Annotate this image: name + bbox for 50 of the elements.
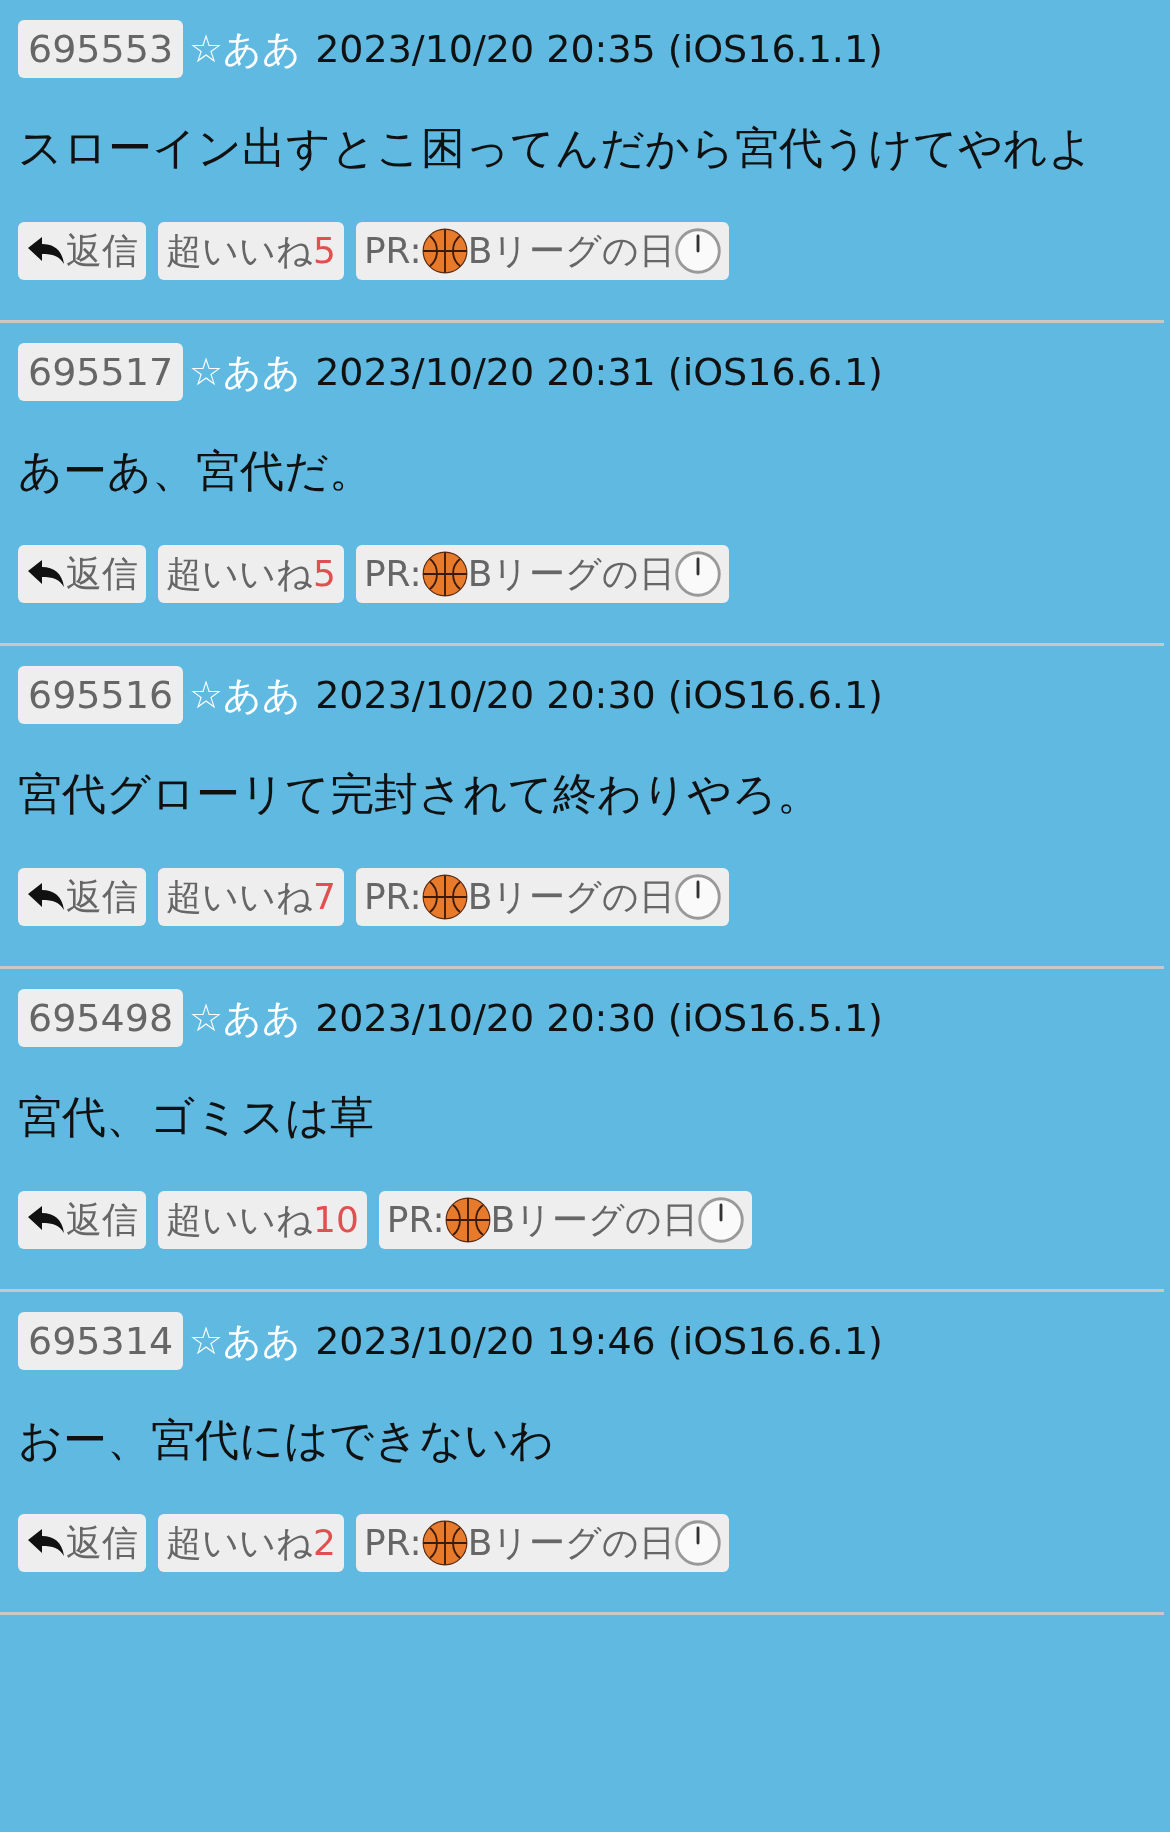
like-button[interactable]: 超いいね7 bbox=[158, 868, 344, 926]
clock-icon bbox=[675, 874, 722, 920]
pr-link-button[interactable]: PR: Bリーグの日 bbox=[355, 1514, 730, 1572]
post-body: 宮代グローリて完封されて終わりやろ。 bbox=[18, 767, 822, 821]
post-number[interactable]: 695553 bbox=[18, 20, 184, 78]
post-date: 2023/10/20 20:35 (iOS16.1.1) bbox=[315, 27, 883, 71]
post-date: 2023/10/20 20:30 (iOS16.5.1) bbox=[315, 996, 883, 1040]
clock-icon bbox=[675, 228, 722, 274]
basketball-icon bbox=[444, 1197, 491, 1243]
pr-link-button[interactable]: PR: Bリーグの日 bbox=[355, 868, 730, 926]
like-button[interactable]: 超いいね5 bbox=[158, 222, 344, 280]
like-button[interactable]: 超いいね10 bbox=[158, 1191, 367, 1249]
post-number[interactable]: 695517 bbox=[18, 343, 184, 401]
like-button[interactable]: 超いいね2 bbox=[158, 1514, 344, 1572]
pr-link-button[interactable]: PR: Bリーグの日 bbox=[378, 1191, 753, 1249]
post-number[interactable]: 695498 bbox=[18, 989, 184, 1047]
reply-button[interactable]: 返信 bbox=[18, 222, 146, 280]
basketball-icon bbox=[421, 874, 468, 920]
clock-icon bbox=[675, 551, 722, 597]
post-body: スローイン出すとこ困ってんだから宮代うけてやれよ bbox=[18, 121, 1094, 175]
post-date: 2023/10/20 19:46 (iOS16.6.1) bbox=[315, 1319, 883, 1363]
post-body: おー、宮代にはできないわ bbox=[18, 1413, 555, 1467]
post-body: あーあ、宮代だ。 bbox=[18, 444, 374, 498]
poster-name: ☆ああ bbox=[189, 1317, 302, 1365]
poster-name: ☆ああ bbox=[189, 348, 302, 396]
post-date: 2023/10/20 20:30 (iOS16.6.1) bbox=[315, 673, 883, 717]
pr-link-button[interactable]: PR: Bリーグの日 bbox=[355, 222, 730, 280]
reply-button[interactable]: 返信 bbox=[18, 1514, 146, 1572]
post-date: 2023/10/20 20:31 (iOS16.6.1) bbox=[315, 350, 883, 394]
like-button[interactable]: 超いいね5 bbox=[158, 545, 344, 603]
post-number[interactable]: 695314 bbox=[18, 1312, 184, 1370]
clock-icon bbox=[675, 1520, 722, 1566]
reply-button[interactable]: 返信 bbox=[18, 1191, 146, 1249]
reply-button[interactable]: 返信 bbox=[18, 545, 146, 603]
post-body: 宮代、ゴミスは草 bbox=[18, 1090, 375, 1144]
reply-arrow-icon bbox=[26, 236, 66, 266]
pr-link-button[interactable]: PR: Bリーグの日 bbox=[355, 545, 730, 603]
reply-button[interactable]: 返信 bbox=[18, 868, 146, 926]
poster-name: ☆ああ bbox=[189, 671, 302, 719]
reply-arrow-icon bbox=[26, 1528, 66, 1558]
basketball-icon bbox=[421, 1520, 468, 1566]
basketball-icon bbox=[421, 551, 468, 597]
reply-arrow-icon bbox=[26, 559, 66, 589]
poster-name: ☆ああ bbox=[189, 994, 302, 1042]
basketball-icon bbox=[421, 228, 468, 274]
clock-icon bbox=[698, 1197, 745, 1243]
reply-arrow-icon bbox=[26, 1205, 66, 1235]
post-number[interactable]: 695516 bbox=[18, 666, 184, 724]
reply-arrow-icon bbox=[26, 882, 66, 912]
poster-name: ☆ああ bbox=[189, 25, 302, 73]
